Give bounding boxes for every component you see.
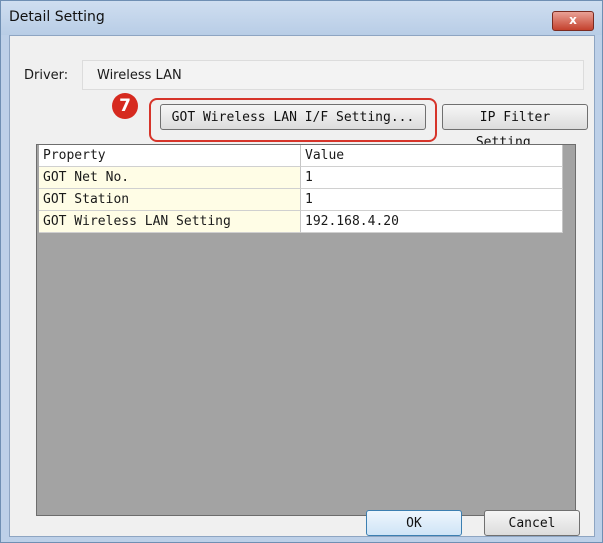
step-badge: 7 — [112, 93, 138, 119]
close-button[interactable]: x — [552, 11, 594, 31]
table-row[interactable]: GOT Net No. 1 — [39, 167, 563, 189]
table-row[interactable]: GOT Station 1 — [39, 189, 563, 211]
ok-button[interactable]: OK — [366, 510, 462, 536]
table-row[interactable]: GOT Wireless LAN Setting 192.168.4.20 — [39, 211, 563, 233]
property-cell: GOT Wireless LAN Setting — [39, 211, 301, 233]
dialog-body: Driver: Wireless LAN 7 GOT Wireless LAN … — [9, 35, 595, 537]
column-header-value[interactable]: Value — [301, 145, 563, 167]
value-cell[interactable]: 1 — [301, 189, 563, 211]
value-cell[interactable]: 192.168.4.20 — [301, 211, 563, 233]
detail-setting-dialog: Detail Setting x Driver: Wireless LAN 7 … — [0, 0, 603, 543]
property-grid: Property Value GOT Net No. 1 GOT Station… — [36, 144, 576, 516]
column-header-property[interactable]: Property — [39, 145, 301, 167]
driver-field: Wireless LAN — [82, 60, 584, 90]
value-cell[interactable]: 1 — [301, 167, 563, 189]
cancel-button[interactable]: Cancel — [484, 510, 580, 536]
dialog-title: Detail Setting — [9, 9, 105, 25]
close-icon: x — [569, 13, 577, 27]
property-cell: GOT Net No. — [39, 167, 301, 189]
got-wireless-lan-if-setting-button[interactable]: GOT Wireless LAN I/F Setting... — [160, 104, 426, 130]
driver-label: Driver: — [24, 68, 69, 83]
title-bar: Detail Setting x — [1, 1, 602, 35]
property-cell: GOT Station — [39, 189, 301, 211]
driver-value: Wireless LAN — [97, 68, 182, 83]
grid-header: Property Value — [39, 145, 563, 167]
ip-filter-setting-button[interactable]: IP Filter Setting... — [442, 104, 588, 150]
